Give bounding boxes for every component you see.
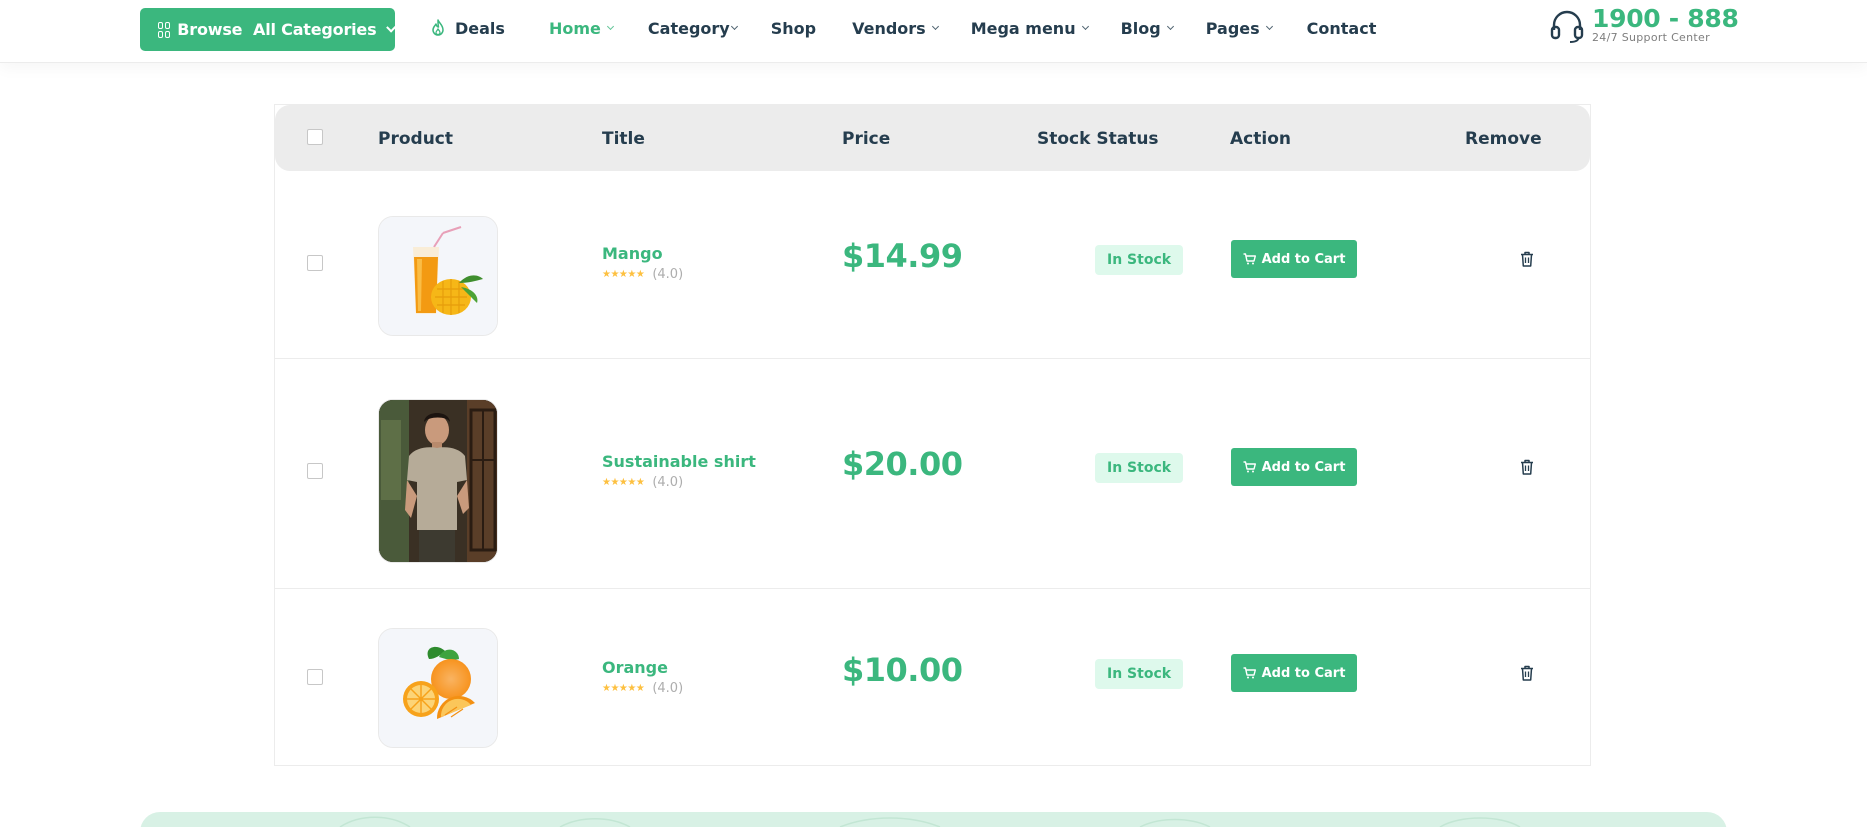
browse-label: Browse All Categories [177, 20, 377, 39]
column-header-remove: Remove [1465, 129, 1542, 149]
product-price: $10.00 [842, 651, 963, 689]
newsletter-banner [140, 812, 1727, 827]
product-price: $20.00 [842, 445, 963, 483]
chevron-down-icon [931, 22, 939, 31]
add-to-cart-button[interactable]: Add to Cart [1231, 240, 1357, 278]
add-to-cart-label: Add to Cart [1261, 459, 1346, 475]
product-title-link[interactable]: Sustainable shirt [602, 452, 756, 471]
star-rating-icon: ★★★★★ [602, 476, 645, 488]
headset-icon [1550, 10, 1584, 43]
shirt-model-image[interactable] [378, 399, 498, 563]
add-to-cart-button[interactable]: Add to Cart [1231, 654, 1357, 692]
chevron-down-icon [730, 22, 738, 31]
stock-status-badge: In Stock [1095, 453, 1184, 483]
cart-icon [1243, 253, 1256, 265]
trash-icon[interactable] [1520, 251, 1534, 267]
rating-count: (4.0) [652, 267, 684, 282]
select-all-checkbox[interactable] [307, 129, 323, 145]
column-header-title: Title [602, 129, 645, 149]
nav-item-contact[interactable]: Contact [1307, 19, 1377, 38]
column-header-price: Price [842, 129, 891, 149]
add-to-cart-label: Add to Cart [1261, 251, 1346, 267]
trash-icon[interactable] [1520, 459, 1534, 475]
product-rating: ★★★★★ (4.0) [602, 475, 683, 490]
mango-juice-picture [379, 217, 497, 335]
stock-status-badge: In Stock [1095, 659, 1184, 689]
nav-item-blog[interactable]: Blog [1121, 19, 1174, 38]
product-title-link[interactable]: Orange [602, 658, 668, 677]
support-contact: 1900 - 888 24/7 Support Center [1548, 6, 1739, 44]
top-navigation-bar: Browse All Categories Deals Home Categor… [0, 0, 1867, 63]
cart-icon [1243, 667, 1256, 679]
nav-item-home[interactable]: Home [549, 19, 614, 38]
table-row: Orange ★★★★★ (4.0) $10.00 In Stock Add t… [275, 589, 1590, 766]
browse-all-categories-button[interactable]: Browse All Categories [140, 8, 397, 51]
cart-icon [1243, 461, 1256, 473]
column-header-stock-status: Stock Status [1037, 129, 1159, 149]
main-nav: Home Category Shop Vendors Mega menu Blo… [549, 14, 1376, 42]
column-header-product: Product [378, 129, 453, 149]
chevron-down-icon [606, 22, 614, 31]
chevron-down-icon [386, 21, 397, 32]
rating-count: (4.0) [652, 475, 684, 490]
product-price: $14.99 [842, 237, 963, 275]
row-checkbox[interactable] [307, 669, 323, 685]
deals-link[interactable]: Deals [430, 14, 505, 42]
nav-item-pages[interactable]: Pages [1206, 19, 1273, 38]
deals-label: Deals [455, 18, 505, 38]
chevron-down-icon [1166, 22, 1174, 31]
product-title-link[interactable]: Mango [602, 244, 663, 263]
column-header-action: Action [1230, 129, 1291, 149]
shirt-model-picture [379, 400, 497, 562]
table-row: Mango ★★★★★ (4.0) $14.99 In Stock Add to… [275, 171, 1590, 359]
nav-item-mega-menu[interactable]: Mega menu [971, 19, 1089, 38]
product-rating: ★★★★★ (4.0) [602, 681, 683, 696]
mango-juice-image[interactable] [378, 216, 498, 336]
product-rating: ★★★★★ (4.0) [602, 267, 683, 282]
nav-item-shop[interactable]: Shop [771, 19, 816, 38]
orange-picture [379, 629, 497, 747]
fire-icon [432, 19, 444, 36]
table-header: Product Title Price Stock Status Action … [275, 105, 1590, 171]
stock-status-badge: In Stock [1095, 245, 1184, 275]
chevron-down-icon [1081, 22, 1089, 31]
banner-leaf-pattern [339, 816, 1521, 827]
row-checkbox[interactable] [307, 255, 323, 271]
chevron-down-icon [1265, 22, 1273, 31]
nav-item-vendors[interactable]: Vendors [852, 19, 939, 38]
orange-image[interactable] [378, 628, 498, 748]
grid-icon [158, 21, 171, 38]
nav-item-category[interactable]: Category [648, 19, 738, 38]
support-caption: 24/7 Support Center [1592, 31, 1710, 44]
row-checkbox[interactable] [307, 463, 323, 479]
support-phone[interactable]: 1900 - 888 [1592, 6, 1739, 32]
rating-count: (4.0) [652, 681, 684, 696]
add-to-cart-button[interactable]: Add to Cart [1231, 448, 1357, 486]
wishlist-table: Product Title Price Stock Status Action … [274, 104, 1591, 766]
star-rating-icon: ★★★★★ [602, 268, 645, 280]
table-row: Sustainable shirt ★★★★★ (4.0) $20.00 In … [275, 359, 1590, 589]
star-rating-icon: ★★★★★ [602, 682, 645, 694]
add-to-cart-label: Add to Cart [1261, 665, 1346, 681]
trash-icon[interactable] [1520, 665, 1534, 681]
